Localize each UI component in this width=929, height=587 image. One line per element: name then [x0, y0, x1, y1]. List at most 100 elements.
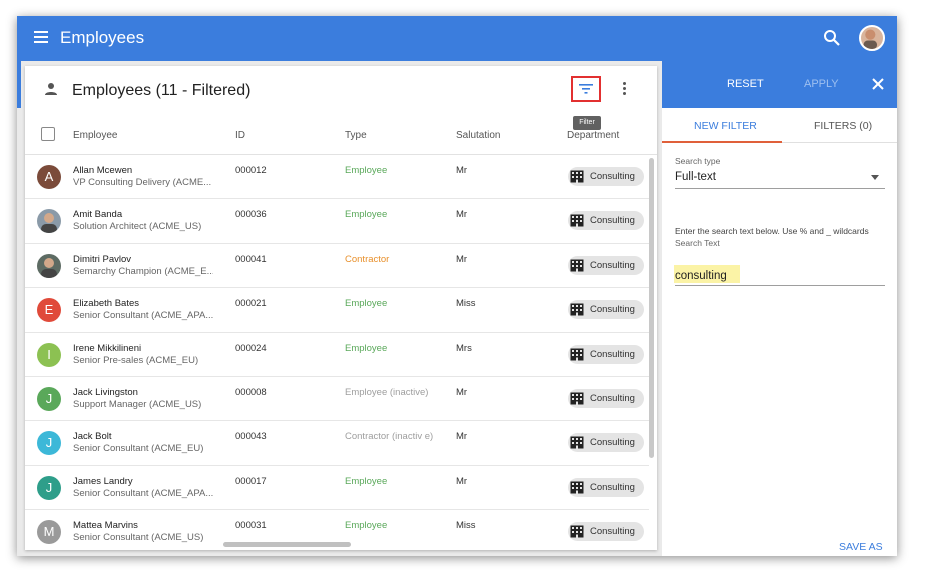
- employee-name: James Landry: [73, 475, 133, 487]
- avatar: [37, 253, 61, 278]
- department-chip[interactable]: Consulting: [568, 255, 644, 275]
- avatar-initial: E: [44, 302, 54, 318]
- employee-salutation: Mr: [456, 475, 468, 487]
- building-icon: [570, 170, 584, 183]
- employee-type: Contractor: [345, 253, 390, 265]
- page-title: Employees (11 - Filtered): [72, 82, 251, 99]
- department-label: Consulting: [590, 215, 635, 227]
- tab-filters[interactable]: FILTERS (0): [814, 120, 872, 132]
- avatar: J: [37, 386, 61, 411]
- employee-type: Employee: [345, 342, 388, 354]
- table-row[interactable]: J Jack Bolt Senior Consultant (ACME_EU) 000…: [25, 421, 649, 466]
- apply-button[interactable]: APPLY: [804, 78, 839, 90]
- employee-type: Contractor (inactiv e): [345, 431, 434, 443]
- employee-salutation: Mr: [456, 253, 468, 265]
- table-row[interactable]: J Jack Livingston Support Manager (ACME_US…: [25, 377, 649, 422]
- department-chip[interactable]: Consulting: [568, 300, 644, 320]
- wildcard-help-text: Enter the search text below. Use % and _…: [675, 226, 869, 236]
- employee-rows: A Allan Mcewen VP Consulting Delivery (ACM…: [25, 155, 657, 550]
- employee-type: Employee: [345, 165, 388, 176]
- employee-salutation: Mr: [456, 209, 468, 221]
- department-chip[interactable]: Consulting: [568, 211, 644, 231]
- app-window: Employees Employees (11 - Filtered) Filt…: [17, 16, 897, 556]
- vertical-scrollbar[interactable]: [649, 158, 654, 458]
- avatar: A: [37, 165, 61, 189]
- avatar-initial: J: [45, 479, 53, 495]
- employee-salutation: Miss: [456, 298, 476, 310]
- employee-title: Senior Consultant (ACME_APA...: [73, 487, 213, 499]
- search-type-select[interactable]: Full-text: [675, 171, 716, 183]
- department-label: Consulting: [590, 481, 635, 493]
- department-label: Consulting: [590, 171, 635, 182]
- user-avatar[interactable]: [859, 25, 885, 51]
- card-header: Employees (11 - Filtered): [25, 66, 657, 116]
- accent-strip: [17, 61, 21, 108]
- search-icon[interactable]: [822, 28, 842, 48]
- employee-title: Senior Pre-sales (ACME_EU): [73, 354, 199, 366]
- employee-type: Employee: [345, 475, 388, 487]
- employee-title: Senior Consultant (ACME_EU): [73, 443, 204, 455]
- app-bar: Employees: [17, 16, 897, 61]
- employee-salutation: Mr: [456, 165, 468, 176]
- employee-name: Elizabeth Bates: [73, 298, 140, 310]
- employee-id: 000021: [235, 298, 267, 310]
- avatar: [37, 209, 61, 234]
- column-header-department[interactable]: Department: [567, 130, 619, 141]
- department-chip[interactable]: Consulting: [568, 433, 644, 453]
- avatar-initial: J: [45, 435, 53, 451]
- employee-salutation: Mr: [456, 431, 468, 443]
- employee-type: Employee (inactive): [345, 386, 429, 398]
- filter-button[interactable]: [571, 76, 601, 102]
- department-chip[interactable]: Consulting: [568, 388, 644, 408]
- filter-panel-bar: RESET APPLY: [662, 61, 897, 108]
- building-icon: [570, 481, 584, 494]
- table-row[interactable]: I Irene Mikkilineni Senior Pre-sales (ACME…: [25, 333, 649, 377]
- filter-icon: [579, 84, 593, 94]
- tab-new-filter[interactable]: NEW FILTER: [694, 120, 757, 132]
- reset-button[interactable]: RESET: [727, 78, 764, 90]
- save-as-button[interactable]: SAVE AS: [839, 541, 883, 553]
- column-header-employee[interactable]: Employee: [73, 130, 117, 141]
- avatar-initial: J: [45, 390, 53, 406]
- chevron-down-icon[interactable]: [871, 175, 879, 180]
- department-chip[interactable]: Consulting: [568, 344, 644, 364]
- avatar-initial: A: [44, 169, 54, 184]
- employee-title: Senior Consultant (ACME_US): [73, 532, 204, 544]
- app-title: Employees: [60, 28, 145, 47]
- menu-icon[interactable]: [34, 31, 48, 43]
- table-row[interactable]: E Elizabeth Bates Senior Consultant (ACME_…: [25, 288, 649, 333]
- employee-salutation: Miss: [456, 520, 476, 532]
- building-icon: [570, 259, 584, 272]
- department-chip[interactable]: Consulting: [568, 522, 644, 542]
- employee-name: Jack Livingston: [73, 386, 138, 398]
- search-text-input[interactable]: [675, 266, 885, 286]
- column-header-id[interactable]: ID: [235, 130, 245, 141]
- person-photo-icon: [41, 213, 57, 234]
- employee-id: 000024: [235, 342, 267, 354]
- person-photo-icon: [41, 257, 57, 278]
- horizontal-scrollbar[interactable]: [223, 542, 351, 547]
- table-row[interactable]: Dimitri Pavlov Semarchy Champion (ACME_E.…: [25, 244, 649, 289]
- table-row[interactable]: Amit Banda Solution Architect (ACME_US) 00…: [25, 199, 649, 244]
- column-header-salutation[interactable]: Salutation: [456, 130, 500, 141]
- user-face-icon: [863, 29, 878, 49]
- select-all-checkbox[interactable]: [41, 127, 55, 141]
- table-row[interactable]: A Allan Mcewen VP Consulting Delivery (ACM…: [25, 155, 649, 200]
- department-chip[interactable]: Consulting: [568, 167, 644, 186]
- department-label: Consulting: [590, 259, 635, 271]
- department-label: Consulting: [590, 304, 635, 316]
- employee-name: Mattea Marvins: [73, 520, 138, 532]
- active-tab-indicator: [662, 141, 782, 143]
- close-icon[interactable]: [871, 77, 885, 91]
- column-header-type[interactable]: Type: [345, 130, 367, 141]
- select-underline: [675, 188, 885, 189]
- more-options-icon[interactable]: [621, 82, 627, 98]
- employee-name: Amit Banda: [73, 209, 123, 221]
- employee-type: Employee: [345, 298, 388, 310]
- table-row[interactable]: J James Landry Senior Consultant (ACME_APA…: [25, 466, 649, 511]
- employee-name: Irene Mikkilineni: [73, 342, 142, 354]
- department-chip[interactable]: Consulting: [568, 477, 644, 497]
- employee-type: Employee: [345, 520, 388, 532]
- employee-id: 000041: [235, 253, 267, 265]
- filter-tabs: NEW FILTER FILTERS (0): [662, 108, 897, 143]
